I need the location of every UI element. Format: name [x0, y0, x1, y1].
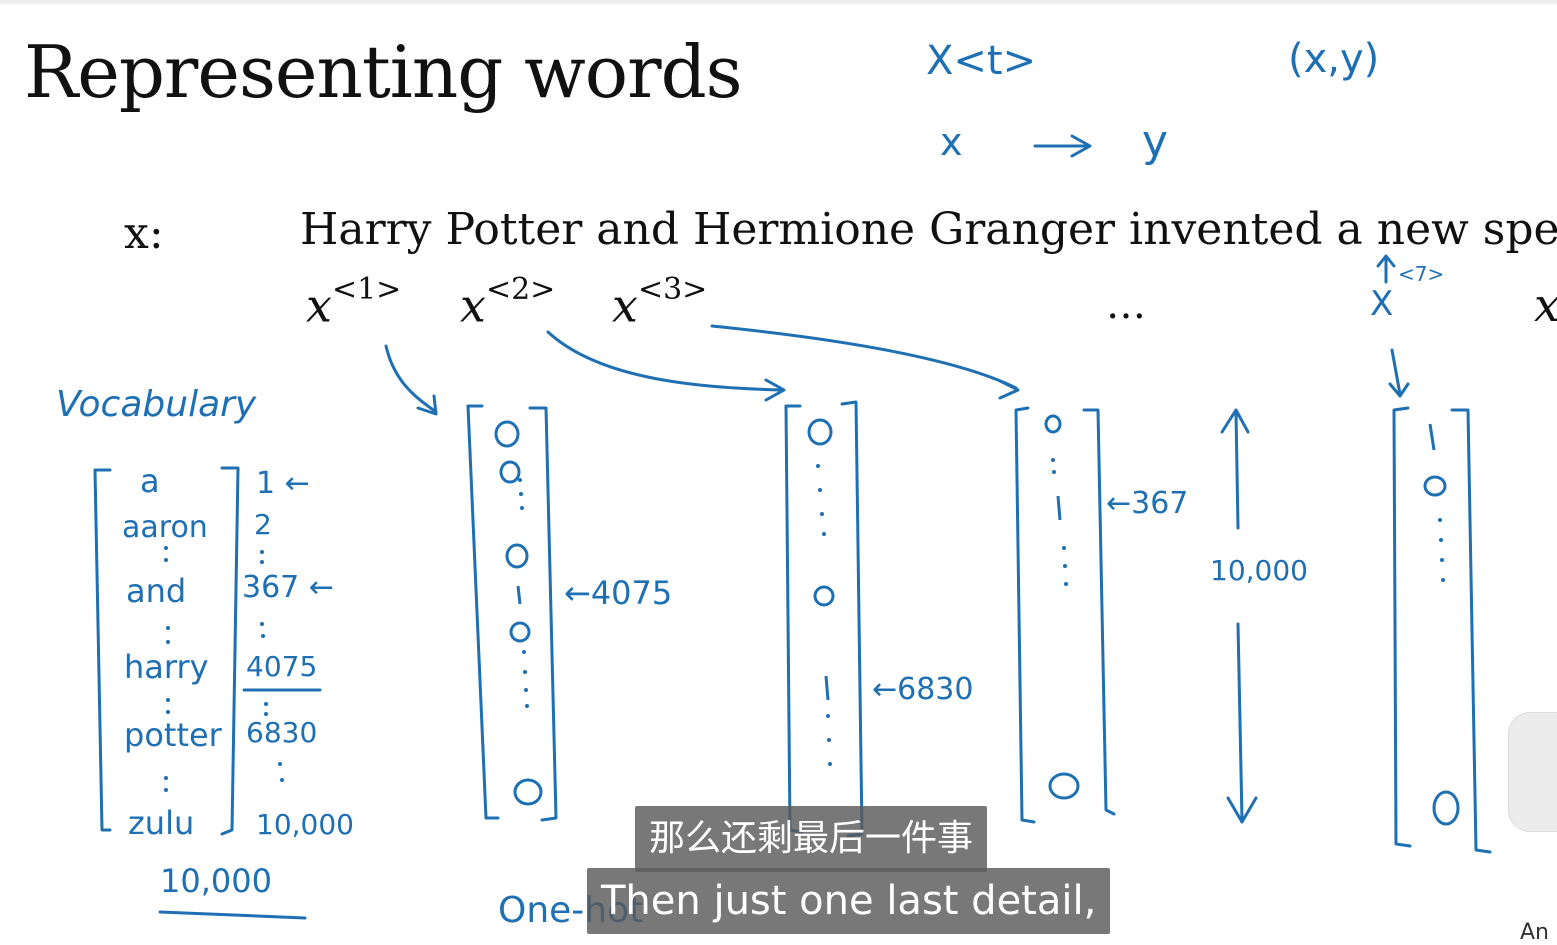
vec7-bracket-right	[1450, 408, 1492, 854]
vocab-index-1: 1 ←	[256, 466, 310, 501]
vec3-pointer: ←367	[1106, 486, 1189, 521]
vocab-bracket-right	[220, 466, 240, 836]
arrow-up-x7	[1376, 254, 1396, 284]
arrow-x2	[546, 330, 786, 402]
ink-x7: X	[1370, 284, 1394, 324]
vec7-bracket-left	[1392, 406, 1412, 848]
vocab-index-5: 6830	[246, 716, 318, 749]
vec1-bracket-right	[528, 406, 558, 822]
arrow-x7	[1388, 348, 1410, 398]
vocabulary-label: Vocabulary	[56, 384, 257, 425]
ink-x: x	[940, 120, 963, 164]
vocab-word-1: a	[140, 462, 160, 500]
vec2-bracket-right	[840, 400, 864, 838]
vec1-zero-1	[494, 420, 520, 448]
dimension-arrow-down	[1226, 622, 1258, 824]
vec1-bracket-left	[466, 404, 500, 820]
ink-layer	[93, 134, 1492, 920]
vocab-size: 10,000	[160, 862, 272, 900]
vocab-word-2: aaron	[122, 510, 208, 545]
vocab-index-2: 2	[254, 508, 272, 541]
arrow-x1	[384, 344, 438, 416]
vocab-bracket-left	[93, 468, 112, 832]
vec2-pointer: ←6830	[872, 672, 974, 707]
dimension-arrow-up	[1220, 408, 1250, 530]
vocab-word-4: harry	[124, 648, 209, 686]
arrow-x3	[710, 324, 1020, 400]
corner-text: An	[1520, 920, 1549, 945]
ink-xy-pair: (x,y)	[1288, 36, 1380, 82]
ink-y: y	[1142, 116, 1169, 167]
vocab-index-4: 4075	[246, 650, 318, 683]
ink-x7-index: <7>	[1398, 262, 1445, 286]
vocab-index-6: 10,000	[256, 808, 354, 841]
vocab-word-6: zulu	[128, 804, 195, 842]
dimension-label: 10,000	[1210, 554, 1308, 587]
vocab-index-3: 367 ←	[242, 570, 334, 605]
underline-vocab-size	[158, 910, 307, 920]
side-widget[interactable]	[1508, 712, 1557, 832]
ink-xt: X<t>	[926, 38, 1037, 84]
subtitle-english: Then just one last detail,	[587, 868, 1111, 934]
vec1-pointer: ←4075	[564, 574, 673, 612]
subtitle-chinese: 那么还剩最后一件事	[635, 806, 988, 872]
vec3-bracket-left	[1014, 406, 1036, 824]
x-to-y-arrow	[1033, 134, 1092, 158]
vocab-word-3: and	[126, 572, 187, 610]
vec2-bracket-left	[784, 404, 804, 834]
vec3-bracket-right	[1082, 408, 1116, 816]
vocab-word-5: potter	[124, 716, 222, 754]
